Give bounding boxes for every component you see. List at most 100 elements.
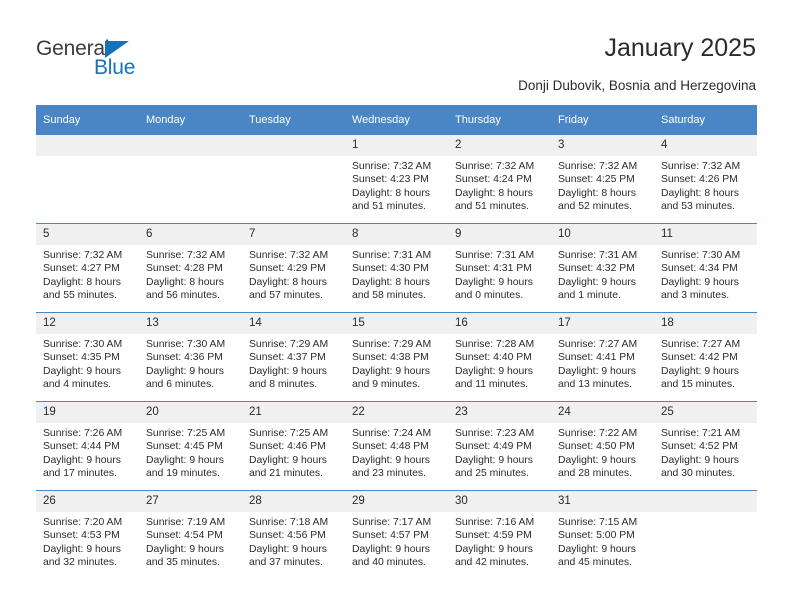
day-number: 2	[448, 135, 551, 156]
daylight-text-line2: and 9 minutes.	[352, 379, 421, 391]
day-sun-info: Sunrise: 7:27 AM Sunset: 4:42 PM Daylight:…	[654, 334, 757, 392]
calendar-day-cell[interactable]: 13 Sunrise: 7:30 AM Sunset: 4:36 PM Dayligh…	[139, 312, 242, 402]
day-number: 20	[139, 402, 242, 423]
daylight-text-line2: and 35 minutes.	[146, 557, 220, 569]
daylight-text-line1: Daylight: 9 hours	[43, 543, 121, 555]
daylight-text-line1: Daylight: 9 hours	[146, 543, 224, 555]
page-subtitle: Donji Dubovik, Bosnia and Herzegovina	[518, 78, 756, 93]
daylight-text-line1: Daylight: 9 hours	[455, 543, 533, 555]
daylight-text-line1: Daylight: 9 hours	[249, 365, 327, 377]
day-number: 4	[654, 135, 757, 156]
sunset-text: Sunset: 4:41 PM	[558, 352, 635, 364]
calendar-day-cell[interactable]: 20 Sunrise: 7:25 AM Sunset: 4:45 PM Dayligh…	[139, 401, 242, 491]
calendar-body: 1 Sunrise: 7:32 AM Sunset: 4:23 PM Daylight…	[36, 134, 757, 579]
day-number: 13	[139, 313, 242, 334]
day-sun-info: Sunrise: 7:32 AM Sunset: 4:29 PM Daylight:…	[242, 245, 345, 303]
sunrise-text: Sunrise: 7:32 AM	[455, 161, 535, 172]
sunset-text: Sunset: 4:44 PM	[43, 441, 120, 453]
calendar-day-cell[interactable]: 27 Sunrise: 7:19 AM Sunset: 4:54 PM Dayligh…	[139, 490, 242, 579]
day-sun-info: Sunrise: 7:24 AM Sunset: 4:48 PM Daylight:…	[345, 423, 448, 481]
sunset-text: Sunset: 4:30 PM	[352, 263, 429, 275]
day-sun-info: Sunrise: 7:31 AM Sunset: 4:32 PM Daylight:…	[551, 245, 654, 303]
sunset-text: Sunset: 4:38 PM	[352, 352, 429, 364]
calendar-day-cell[interactable]: 16 Sunrise: 7:28 AM Sunset: 4:40 PM Dayligh…	[448, 312, 551, 402]
calendar-day-cell[interactable]: 4 Sunrise: 7:32 AM Sunset: 4:26 PM Daylight…	[654, 134, 757, 224]
sunrise-text: Sunrise: 7:31 AM	[352, 250, 432, 261]
calendar-day-cell[interactable]: 5 Sunrise: 7:32 AM Sunset: 4:27 PM Daylight…	[36, 223, 139, 313]
page-header: General Blue January 2025 Donji Dubovik,…	[0, 0, 792, 104]
day-sun-info: Sunrise: 7:18 AM Sunset: 4:56 PM Daylight:…	[242, 512, 345, 570]
day-number: 7	[242, 224, 345, 245]
calendar-day-cell[interactable]: 14 Sunrise: 7:29 AM Sunset: 4:37 PM Dayligh…	[242, 312, 345, 402]
calendar-day-cell[interactable]: 29 Sunrise: 7:17 AM Sunset: 4:57 PM Dayligh…	[345, 490, 448, 579]
sunrise-text: Sunrise: 7:32 AM	[661, 161, 741, 172]
sunrise-text: Sunrise: 7:16 AM	[455, 517, 535, 528]
calendar-day-cell[interactable]: 9 Sunrise: 7:31 AM Sunset: 4:31 PM Daylight…	[448, 223, 551, 313]
daylight-text-line2: and 6 minutes.	[146, 379, 215, 391]
calendar-day-cell[interactable]: 23 Sunrise: 7:23 AM Sunset: 4:49 PM Dayligh…	[448, 401, 551, 491]
calendar-day-cell[interactable]: 1 Sunrise: 7:32 AM Sunset: 4:23 PM Daylight…	[345, 134, 448, 224]
calendar-day-cell[interactable]: 10 Sunrise: 7:31 AM Sunset: 4:32 PM Dayligh…	[551, 223, 654, 313]
calendar-day-cell[interactable]: 28 Sunrise: 7:18 AM Sunset: 4:56 PM Dayligh…	[242, 490, 345, 579]
daylight-text-line1: Daylight: 9 hours	[352, 365, 430, 377]
calendar-week-row: 1 Sunrise: 7:32 AM Sunset: 4:23 PM Daylight…	[36, 134, 757, 224]
calendar-day-cell[interactable]: 11 Sunrise: 7:30 AM Sunset: 4:34 PM Dayligh…	[654, 223, 757, 313]
day-number: 16	[448, 313, 551, 334]
day-number: 28	[242, 491, 345, 512]
daylight-text-line2: and 4 minutes.	[43, 379, 112, 391]
sunset-text: Sunset: 4:57 PM	[352, 530, 429, 542]
daylight-text-line2: and 58 minutes.	[352, 290, 426, 302]
sunset-text: Sunset: 4:42 PM	[661, 352, 738, 364]
sunrise-text: Sunrise: 7:32 AM	[558, 161, 638, 172]
day-number: 23	[448, 402, 551, 423]
sunset-text: Sunset: 4:56 PM	[249, 530, 326, 542]
day-number: 22	[345, 402, 448, 423]
daylight-text-line2: and 3 minutes.	[661, 290, 730, 302]
day-number: 18	[654, 313, 757, 334]
calendar-day-cell[interactable]: 25 Sunrise: 7:21 AM Sunset: 4:52 PM Dayligh…	[654, 401, 757, 491]
calendar-day-cell[interactable]: 17 Sunrise: 7:27 AM Sunset: 4:41 PM Dayligh…	[551, 312, 654, 402]
calendar-day-cell[interactable]: 12 Sunrise: 7:30 AM Sunset: 4:35 PM Dayligh…	[36, 312, 139, 402]
day-number: 1	[345, 135, 448, 156]
calendar-day-cell[interactable]: 19 Sunrise: 7:26 AM Sunset: 4:44 PM Dayligh…	[36, 401, 139, 491]
calendar-page: General Blue January 2025 Donji Dubovik,…	[0, 0, 792, 612]
calendar-day-cell[interactable]: 6 Sunrise: 7:32 AM Sunset: 4:28 PM Daylight…	[139, 223, 242, 313]
calendar-day-cell[interactable]: 3 Sunrise: 7:32 AM Sunset: 4:25 PM Daylight…	[551, 134, 654, 224]
calendar-day-cell[interactable]: 26 Sunrise: 7:20 AM Sunset: 4:53 PM Dayligh…	[36, 490, 139, 579]
calendar-day-cell[interactable]: 24 Sunrise: 7:22 AM Sunset: 4:50 PM Dayligh…	[551, 401, 654, 491]
weekday-header-tuesday: Tuesday	[242, 105, 345, 135]
sunset-text: Sunset: 4:52 PM	[661, 441, 738, 453]
daylight-text-line2: and 11 minutes.	[455, 379, 529, 391]
sunrise-text: Sunrise: 7:26 AM	[43, 428, 123, 439]
sunset-text: Sunset: 4:48 PM	[352, 441, 429, 453]
calendar-day-cell[interactable]: 22 Sunrise: 7:24 AM Sunset: 4:48 PM Dayligh…	[345, 401, 448, 491]
sunrise-text: Sunrise: 7:20 AM	[43, 517, 123, 528]
sunset-text: Sunset: 4:25 PM	[558, 174, 635, 186]
daylight-text-line2: and 51 minutes.	[455, 201, 529, 213]
sunset-text: Sunset: 4:34 PM	[661, 263, 738, 275]
daylight-text-line2: and 8 minutes.	[249, 379, 318, 391]
calendar-day-cell[interactable]: 8 Sunrise: 7:31 AM Sunset: 4:30 PM Daylight…	[345, 223, 448, 313]
day-number: 5	[36, 224, 139, 245]
sunset-text: Sunset: 4:50 PM	[558, 441, 635, 453]
calendar-day-cell[interactable]: 2 Sunrise: 7:32 AM Sunset: 4:24 PM Daylight…	[448, 134, 551, 224]
sunrise-text: Sunrise: 7:27 AM	[558, 339, 638, 350]
daylight-text-line2: and 40 minutes.	[352, 557, 426, 569]
sunrise-text: Sunrise: 7:18 AM	[249, 517, 329, 528]
day-sun-info: Sunrise: 7:25 AM Sunset: 4:45 PM Daylight:…	[139, 423, 242, 481]
day-sun-info: Sunrise: 7:32 AM Sunset: 4:24 PM Daylight:…	[448, 156, 551, 214]
calendar-day-cell[interactable]: 18 Sunrise: 7:27 AM Sunset: 4:42 PM Dayligh…	[654, 312, 757, 402]
calendar-day-cell[interactable]: 31 Sunrise: 7:15 AM Sunset: 5:00 PM Dayligh…	[551, 490, 654, 579]
calendar-day-cell[interactable]: 7 Sunrise: 7:32 AM Sunset: 4:29 PM Daylight…	[242, 223, 345, 313]
general-blue-logo[interactable]: General Blue	[36, 38, 236, 90]
day-sun-info: Sunrise: 7:31 AM Sunset: 4:30 PM Daylight:…	[345, 245, 448, 303]
weekday-header-saturday: Saturday	[654, 105, 757, 135]
calendar-day-cell[interactable]: 21 Sunrise: 7:25 AM Sunset: 4:46 PM Dayligh…	[242, 401, 345, 491]
day-sun-info: Sunrise: 7:32 AM Sunset: 4:23 PM Daylight:…	[345, 156, 448, 214]
calendar-day-cell[interactable]: 15 Sunrise: 7:29 AM Sunset: 4:38 PM Dayligh…	[345, 312, 448, 402]
day-sun-info: Sunrise: 7:21 AM Sunset: 4:52 PM Daylight:…	[654, 423, 757, 481]
sunrise-text: Sunrise: 7:29 AM	[249, 339, 329, 350]
sunset-text: Sunset: 5:00 PM	[558, 530, 635, 542]
day-number: 12	[36, 313, 139, 334]
calendar-day-cell[interactable]: 30 Sunrise: 7:16 AM Sunset: 4:59 PM Dayligh…	[448, 490, 551, 579]
